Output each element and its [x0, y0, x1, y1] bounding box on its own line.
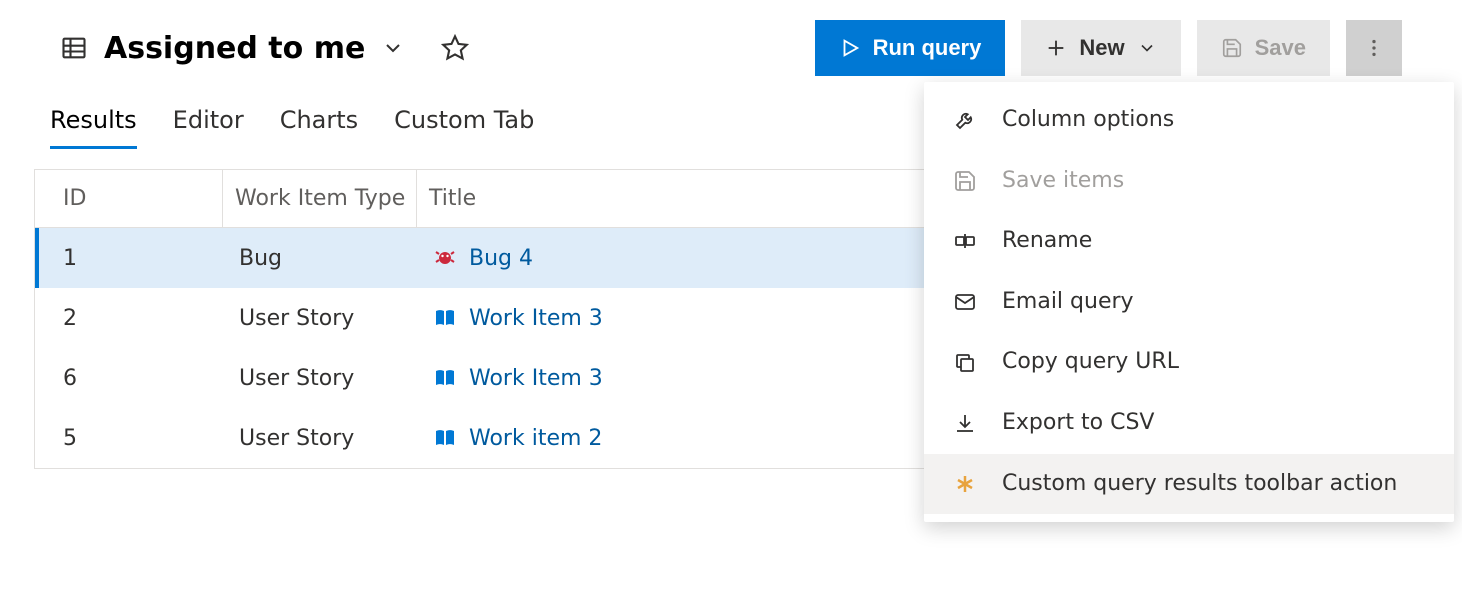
book-icon	[433, 306, 457, 330]
menu-item-asterisk[interactable]: Custom query results toolbar action	[924, 454, 1454, 515]
book-icon	[433, 366, 457, 390]
run-query-label: Run query	[873, 35, 982, 61]
save-icon	[1221, 37, 1243, 59]
copy-icon	[952, 350, 978, 376]
play-icon	[839, 37, 861, 59]
work-item-link[interactable]: Work Item 3	[469, 306, 603, 331]
menu-item-save: Save items	[924, 151, 1454, 212]
asterisk-icon	[952, 471, 978, 497]
download-icon	[952, 410, 978, 436]
tab-charts[interactable]: Charts	[280, 106, 358, 149]
more-actions-menu: Column options Save items Rename Email q…	[924, 82, 1454, 522]
menu-item-download[interactable]: Export to CSV	[924, 393, 1454, 454]
mail-icon	[952, 289, 978, 315]
menu-item-label: Email query	[1002, 288, 1426, 317]
bug-icon	[433, 246, 457, 270]
save-button: Save	[1197, 20, 1330, 76]
header: Assigned to me Run query	[0, 0, 1462, 86]
query-type-icon[interactable]	[60, 34, 88, 62]
cell-type: User Story	[227, 408, 421, 468]
new-label: New	[1079, 35, 1124, 61]
title-group[interactable]: Assigned to me	[104, 31, 405, 66]
menu-item-copy[interactable]: Copy query URL	[924, 332, 1454, 393]
col-header-id[interactable]: ID	[35, 170, 223, 227]
rename-icon	[952, 228, 978, 254]
chevron-down-icon	[1137, 38, 1157, 58]
header-right: Run query New	[815, 20, 1402, 76]
menu-item-wrench[interactable]: Column options	[924, 90, 1454, 151]
cell-id: 1	[39, 228, 227, 288]
cell-type: User Story	[227, 288, 421, 348]
menu-item-mail[interactable]: Email query	[924, 272, 1454, 333]
run-query-button[interactable]: Run query	[815, 20, 1006, 76]
header-left: Assigned to me	[60, 31, 469, 66]
work-item-link[interactable]: Bug 4	[469, 246, 533, 271]
page-title: Assigned to me	[104, 31, 365, 66]
menu-item-rename[interactable]: Rename	[924, 211, 1454, 272]
menu-item-label: Export to CSV	[1002, 409, 1426, 438]
more-actions-button[interactable]	[1346, 20, 1402, 76]
tab-editor[interactable]: Editor	[173, 106, 244, 149]
new-button[interactable]: New	[1021, 20, 1180, 76]
tab-custom[interactable]: Custom Tab	[394, 106, 534, 149]
save-icon	[952, 168, 978, 194]
cell-id: 5	[39, 408, 227, 468]
favorite-star-icon[interactable]	[441, 34, 469, 62]
menu-item-label: Copy query URL	[1002, 348, 1426, 377]
cell-id: 2	[39, 288, 227, 348]
tab-results[interactable]: Results	[50, 106, 137, 149]
menu-item-label: Column options	[1002, 106, 1426, 135]
work-item-link[interactable]: Work Item 3	[469, 366, 603, 391]
wrench-icon	[952, 107, 978, 133]
menu-item-label: Save items	[1002, 167, 1426, 196]
work-item-link[interactable]: Work item 2	[469, 426, 602, 451]
menu-item-label: Rename	[1002, 227, 1426, 256]
cell-id: 6	[39, 348, 227, 408]
plus-icon	[1045, 37, 1067, 59]
menu-item-label: Custom query results toolbar action	[1002, 470, 1426, 499]
chevron-down-icon	[381, 36, 405, 60]
book-icon	[433, 426, 457, 450]
more-vertical-icon	[1363, 37, 1385, 59]
col-header-type[interactable]: Work Item Type	[223, 170, 417, 227]
save-label: Save	[1255, 35, 1306, 61]
cell-type: Bug	[227, 228, 421, 288]
cell-type: User Story	[227, 348, 421, 408]
